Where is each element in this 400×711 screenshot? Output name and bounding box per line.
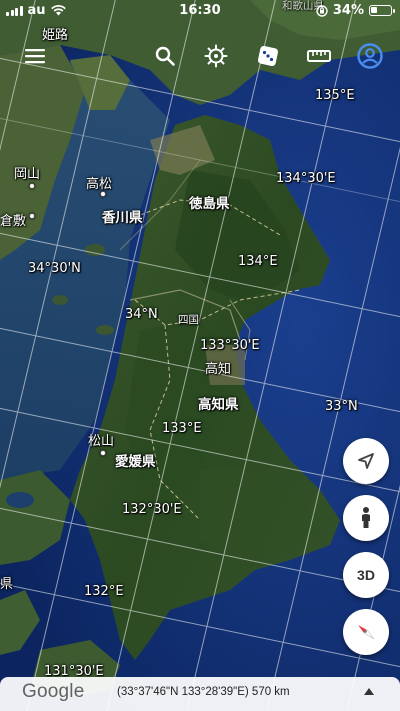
grid-label-132e: 132°E bbox=[84, 584, 124, 599]
coordinates-readout: (33°37'46"N 133°28'39"E) 570 km bbox=[117, 686, 290, 698]
place-kurashiki: 倉敷 bbox=[0, 214, 27, 229]
location-arrow-icon bbox=[358, 453, 374, 469]
grid-label-133e: 133°E bbox=[162, 421, 202, 436]
place-takamatsu: 高松 bbox=[86, 177, 113, 192]
place-edge-ken: 県 bbox=[0, 577, 14, 592]
search-button[interactable] bbox=[151, 42, 179, 70]
google-logo: Google bbox=[22, 681, 85, 702]
grid-label-33n: 33°N bbox=[325, 399, 358, 414]
place-tokushima: 徳島県 bbox=[189, 196, 230, 212]
expand-chevron-up-icon[interactable] bbox=[364, 688, 374, 695]
search-icon bbox=[155, 46, 175, 66]
battery-icon bbox=[369, 5, 395, 16]
matsuyama-dot bbox=[100, 450, 106, 456]
feeling-lucky-icon bbox=[257, 45, 279, 67]
compass-button[interactable] bbox=[343, 609, 389, 655]
grid-label-134e: 134°E bbox=[238, 254, 278, 269]
battery-percent: 34% bbox=[332, 3, 364, 18]
street-view-button[interactable] bbox=[343, 495, 389, 541]
orientation-lock-icon bbox=[316, 4, 328, 17]
place-okayama: 岡山 bbox=[14, 167, 41, 182]
place-himeji: 姫路 bbox=[42, 28, 69, 43]
grid-label-135e: 135°E bbox=[315, 88, 355, 103]
compass-icon bbox=[358, 625, 375, 640]
measure-icon bbox=[307, 50, 331, 62]
measure-button[interactable] bbox=[305, 42, 333, 70]
account-icon bbox=[357, 43, 383, 69]
place-kagawa: 香川県 bbox=[102, 210, 143, 226]
place-ehime: 愛媛県 bbox=[115, 454, 156, 470]
place-kochi-city: 高知 bbox=[205, 362, 232, 377]
voyager-icon bbox=[204, 44, 228, 68]
bottom-info-bar: Google (33°37'46"N 133°28'39"E) 570 km bbox=[0, 677, 400, 711]
status-bar: au 16:30 34% bbox=[0, 0, 400, 22]
3d-label: 3D bbox=[357, 567, 375, 583]
map-imagery bbox=[0, 0, 400, 711]
grid-label-134-30e: 134°30'E bbox=[276, 171, 336, 186]
takamatsu-dot bbox=[100, 191, 106, 197]
menu-icon bbox=[25, 49, 45, 64]
kurashiki-dot bbox=[29, 213, 35, 219]
pegman-icon bbox=[362, 507, 370, 528]
account-button[interactable] bbox=[356, 42, 384, 70]
place-matsuyama: 松山 bbox=[88, 434, 115, 449]
satellite-map[interactable]: 姫路 和歌山県 岡山 倉敷 高松 香川県 徳島県 四国 高知 高知県 松山 愛媛… bbox=[0, 0, 400, 711]
menu-button[interactable] bbox=[21, 42, 49, 70]
voyager-button[interactable] bbox=[202, 42, 230, 70]
grid-label-34-30n: 34°30'N bbox=[28, 261, 81, 276]
my-location-button[interactable] bbox=[343, 438, 389, 484]
place-shikoku: 四国 bbox=[178, 314, 199, 326]
grid-label-133-30e: 133°30'E bbox=[200, 338, 260, 353]
okayama-dot bbox=[29, 183, 35, 189]
place-kochi-pref: 高知県 bbox=[198, 397, 239, 413]
grid-label-34n: 34°N bbox=[125, 307, 158, 322]
feeling-lucky-button[interactable] bbox=[254, 42, 282, 70]
grid-label-132-30e: 132°30'E bbox=[122, 502, 182, 517]
3d-toggle-button[interactable]: 3D bbox=[343, 552, 389, 598]
